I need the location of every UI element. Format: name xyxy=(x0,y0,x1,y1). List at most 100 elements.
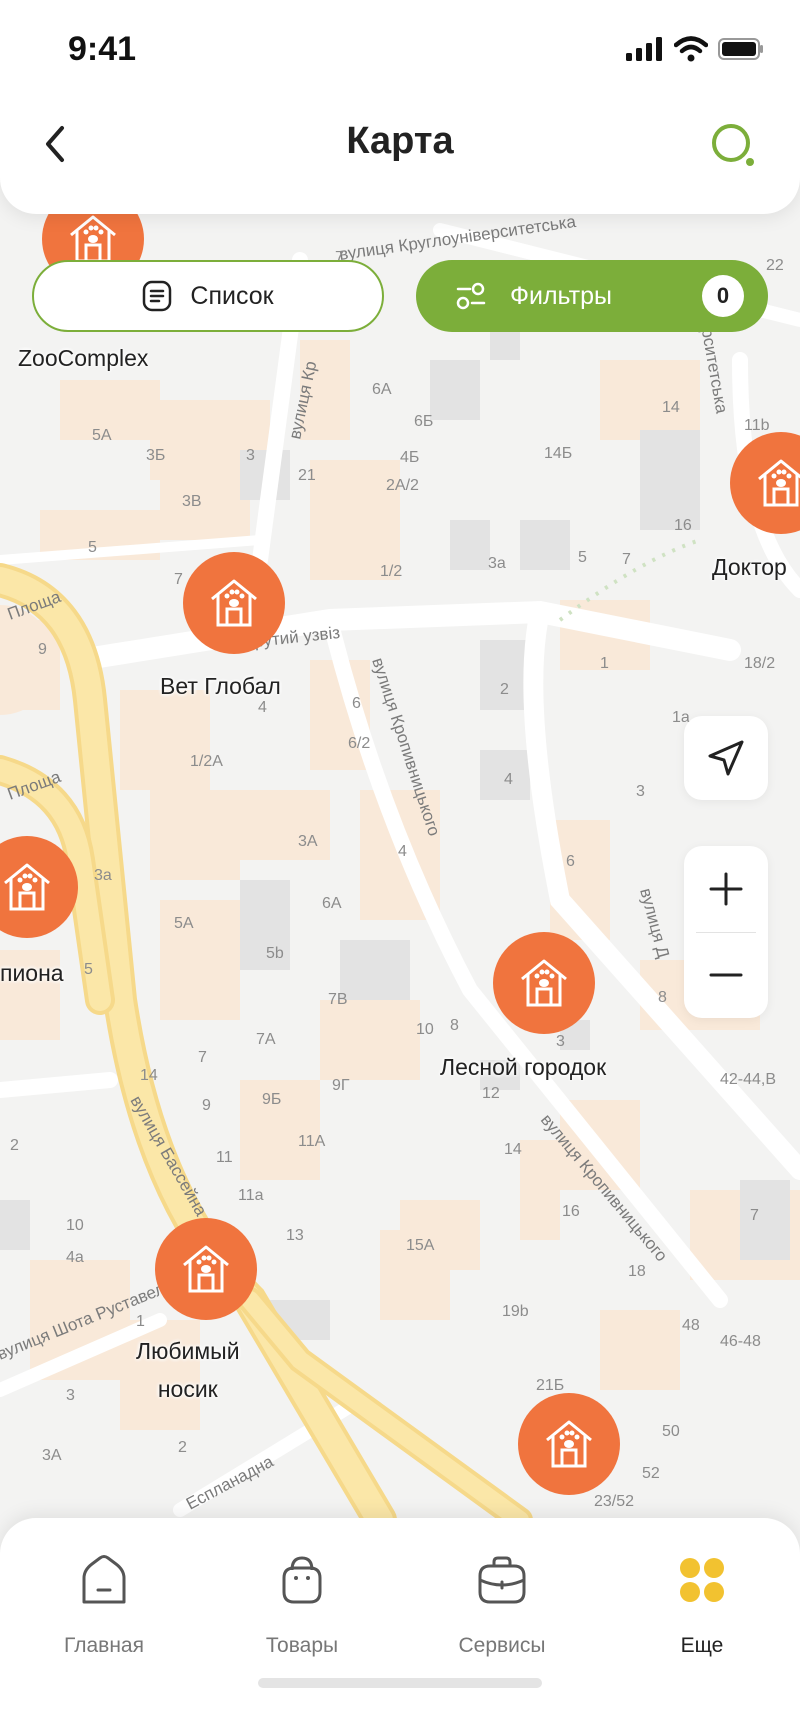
svg-text:4а: 4а xyxy=(66,1249,84,1266)
svg-text:18/2: 18/2 xyxy=(744,655,775,672)
svg-text:11А: 11А xyxy=(298,1133,326,1150)
svg-text:4: 4 xyxy=(398,843,407,860)
marker-label: ZooComplex xyxy=(18,345,149,371)
svg-text:6/2: 6/2 xyxy=(348,735,370,752)
nav-products-label: Товары xyxy=(265,1634,339,1657)
svg-text:9Б: 9Б xyxy=(262,1091,281,1108)
svg-text:11b: 11b xyxy=(744,417,770,434)
svg-text:8: 8 xyxy=(450,1017,459,1034)
svg-text:46-48: 46-48 xyxy=(720,1333,761,1350)
svg-text:14: 14 xyxy=(140,1067,158,1084)
svg-text:4Б: 4Б xyxy=(400,449,419,466)
svg-text:10: 10 xyxy=(66,1217,84,1234)
svg-text:22: 22 xyxy=(766,257,784,274)
svg-text:7: 7 xyxy=(198,1049,207,1066)
vet-marker[interactable] xyxy=(155,1218,257,1320)
svg-text:2: 2 xyxy=(178,1439,187,1456)
vet-marker[interactable] xyxy=(183,552,285,654)
nav-services[interactable]: Сервисы xyxy=(422,1548,582,1658)
pet-house-icon xyxy=(183,1245,229,1293)
svg-text:16: 16 xyxy=(562,1203,580,1220)
status-icons xyxy=(626,36,764,62)
home-indicator xyxy=(258,1678,542,1688)
svg-text:3В: 3В xyxy=(182,493,202,510)
minus-icon xyxy=(709,973,743,977)
svg-text:9: 9 xyxy=(38,641,47,658)
nav-more-label: Еще xyxy=(680,1634,724,1657)
svg-text:16: 16 xyxy=(674,517,692,534)
plus-icon xyxy=(709,872,743,906)
svg-text:2: 2 xyxy=(500,681,509,698)
svg-text:21: 21 xyxy=(298,467,316,484)
my-location-button[interactable] xyxy=(684,716,768,800)
filters-label: Фильтры xyxy=(510,281,612,310)
vet-marker[interactable] xyxy=(518,1393,620,1495)
svg-text:5b: 5b xyxy=(266,945,284,962)
svg-text:3А: 3А xyxy=(298,833,318,850)
svg-text:3А: 3А xyxy=(42,1447,62,1464)
svg-text:23/52: 23/52 xyxy=(594,1493,634,1510)
svg-text:7: 7 xyxy=(174,571,183,588)
svg-text:19b: 19b xyxy=(502,1303,529,1320)
svg-text:3Б: 3Б xyxy=(146,447,165,464)
svg-text:3: 3 xyxy=(246,447,255,464)
marker-label: пиона xyxy=(0,960,64,986)
pet-house-icon xyxy=(211,579,257,627)
svg-text:11: 11 xyxy=(216,1149,233,1166)
nav-products[interactable]: Товары xyxy=(222,1548,382,1658)
signal-icon xyxy=(626,37,662,61)
svg-text:8: 8 xyxy=(658,989,667,1006)
zoom-out-button[interactable] xyxy=(684,932,768,1018)
svg-text:4: 4 xyxy=(504,771,513,788)
svg-text:6А: 6А xyxy=(322,895,342,912)
filters-button[interactable]: Фильтры 0 xyxy=(416,260,768,332)
svg-text:5А: 5А xyxy=(92,427,112,444)
svg-text:14: 14 xyxy=(504,1141,522,1158)
svg-text:52: 52 xyxy=(642,1465,660,1482)
nav-more[interactable]: Еще xyxy=(622,1548,782,1658)
pet-house-icon xyxy=(546,1420,592,1468)
zoom-in-button[interactable] xyxy=(684,846,768,932)
vet-marker[interactable] xyxy=(493,932,595,1034)
filter-icon xyxy=(456,282,486,310)
marker-label: Лесной городок xyxy=(440,1054,607,1080)
svg-text:7А: 7А xyxy=(256,1031,276,1048)
svg-text:10: 10 xyxy=(416,1021,434,1038)
status-time: 9:41 xyxy=(68,30,137,68)
svg-text:1: 1 xyxy=(136,1313,145,1330)
map-screen: вулиця Круглоуніверситетська вулиця Кр К… xyxy=(0,0,800,1732)
svg-text:50: 50 xyxy=(662,1423,680,1440)
marker-label: Доктор xyxy=(712,554,787,580)
svg-text:6А: 6А xyxy=(372,381,392,398)
svg-text:3: 3 xyxy=(636,783,645,800)
home-icon xyxy=(82,1555,126,1604)
briefcase-icon xyxy=(478,1556,526,1604)
svg-text:9: 9 xyxy=(202,1097,211,1114)
pet-house-icon xyxy=(70,215,116,263)
nav-home[interactable]: Главная xyxy=(24,1548,184,1658)
zoom-controls xyxy=(684,846,768,1018)
svg-text:1: 1 xyxy=(600,655,609,672)
search-button[interactable] xyxy=(710,122,760,172)
zoom-divider xyxy=(696,932,756,933)
svg-text:2: 2 xyxy=(10,1137,19,1154)
bottom-navigation: Главная Товары Сервисы Еще xyxy=(0,1518,800,1732)
svg-text:3а: 3а xyxy=(94,867,112,884)
pet-house-icon xyxy=(758,459,800,507)
app-header: 9:41 Карта xyxy=(0,0,800,214)
svg-text:42-44,В: 42-44,В xyxy=(720,1071,776,1088)
svg-text:9Г: 9Г xyxy=(332,1077,350,1094)
svg-text:12: 12 xyxy=(482,1085,500,1102)
svg-text:5: 5 xyxy=(578,549,587,566)
nav-services-label: Сервисы xyxy=(458,1634,546,1657)
filters-count-badge: 0 xyxy=(702,275,744,317)
svg-text:13: 13 xyxy=(286,1227,304,1244)
svg-text:5А: 5А xyxy=(174,915,194,932)
pet-house-icon xyxy=(4,863,50,911)
svg-text:48: 48 xyxy=(682,1317,700,1334)
svg-text:14Б: 14Б xyxy=(544,445,572,462)
navigation-arrow-icon xyxy=(708,740,744,776)
list-view-button[interactable]: Список xyxy=(32,260,384,332)
svg-text:5: 5 xyxy=(84,961,93,978)
marker-label: Вет Глобал xyxy=(160,673,281,699)
